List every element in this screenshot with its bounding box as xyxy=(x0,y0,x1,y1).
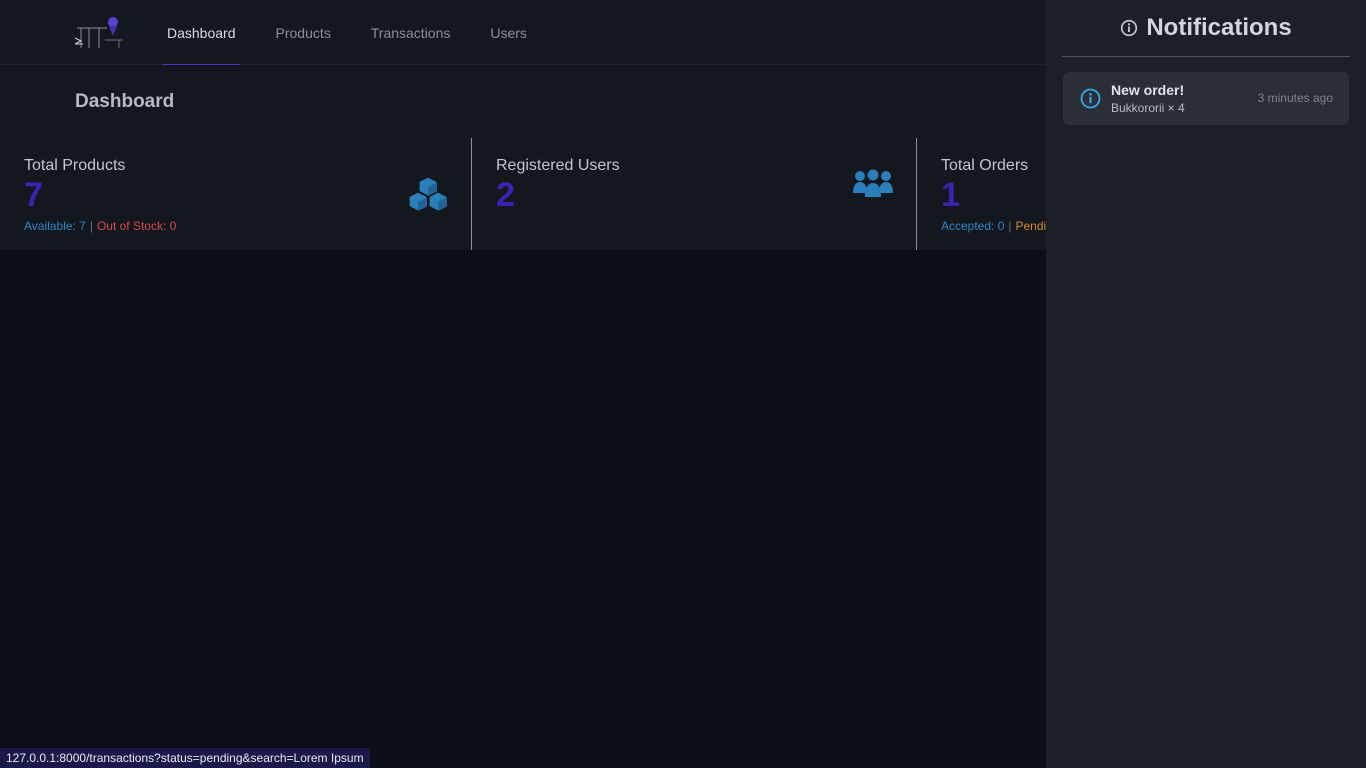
notifications-panel: Notifications New order! Bukkororii × 4 … xyxy=(1046,0,1366,768)
users-icon xyxy=(853,169,893,197)
notification-item[interactable]: New order! Bukkororii × 4 3 minutes ago xyxy=(1063,72,1349,125)
stat-value: 7 xyxy=(24,176,43,214)
info-icon xyxy=(1080,88,1101,109)
notifications-header: Notifications xyxy=(1062,0,1350,57)
notification-title: New order! xyxy=(1111,82,1185,98)
notification-body: Bukkororii × 4 xyxy=(1111,101,1185,115)
logo-icon[interactable] xyxy=(73,14,125,50)
status-bar-url: 127.0.0.1:8000/transactions?status=pendi… xyxy=(0,748,370,768)
available-count: Available: 7 xyxy=(24,219,86,233)
stat-label: Total Products xyxy=(24,157,126,174)
nav-link-transactions[interactable]: Transactions xyxy=(367,0,455,65)
stat-value: 1 xyxy=(941,176,960,214)
stat-breakdown: Accepted: 0 | Pendi xyxy=(941,219,1046,233)
app: Dashboard Products Transactions Users Da… xyxy=(0,0,1366,768)
notification-time: 3 minutes ago xyxy=(1257,91,1333,105)
cubes-icon xyxy=(408,176,448,212)
stat-value: 2 xyxy=(496,176,515,214)
page-title: Dashboard xyxy=(75,91,175,112)
separator: | xyxy=(1008,219,1012,233)
accepted-count: Accepted: 0 xyxy=(941,219,1005,233)
stat-breakdown: Available: 7 | Out of Stock: 0 xyxy=(24,219,176,233)
out-of-stock-count: Out of Stock: 0 xyxy=(96,219,177,233)
nav-link-users[interactable]: Users xyxy=(486,0,531,65)
nav-link-products[interactable]: Products xyxy=(272,0,335,65)
nav-link-dashboard[interactable]: Dashboard xyxy=(163,0,240,66)
nav-links: Dashboard Products Transactions Users xyxy=(163,0,563,66)
stat-registered-users: Registered Users 2 xyxy=(471,138,916,250)
notifications-title: Notifications xyxy=(1146,14,1292,41)
info-icon xyxy=(1121,19,1138,37)
stat-label: Total Orders xyxy=(941,157,1029,174)
stat-label: Registered Users xyxy=(496,157,620,174)
separator: | xyxy=(89,219,93,233)
stat-total-products: Total Products 7 Available: 7 | Out of Sto… xyxy=(0,138,471,250)
pending-count: Pendi xyxy=(1015,219,1047,233)
